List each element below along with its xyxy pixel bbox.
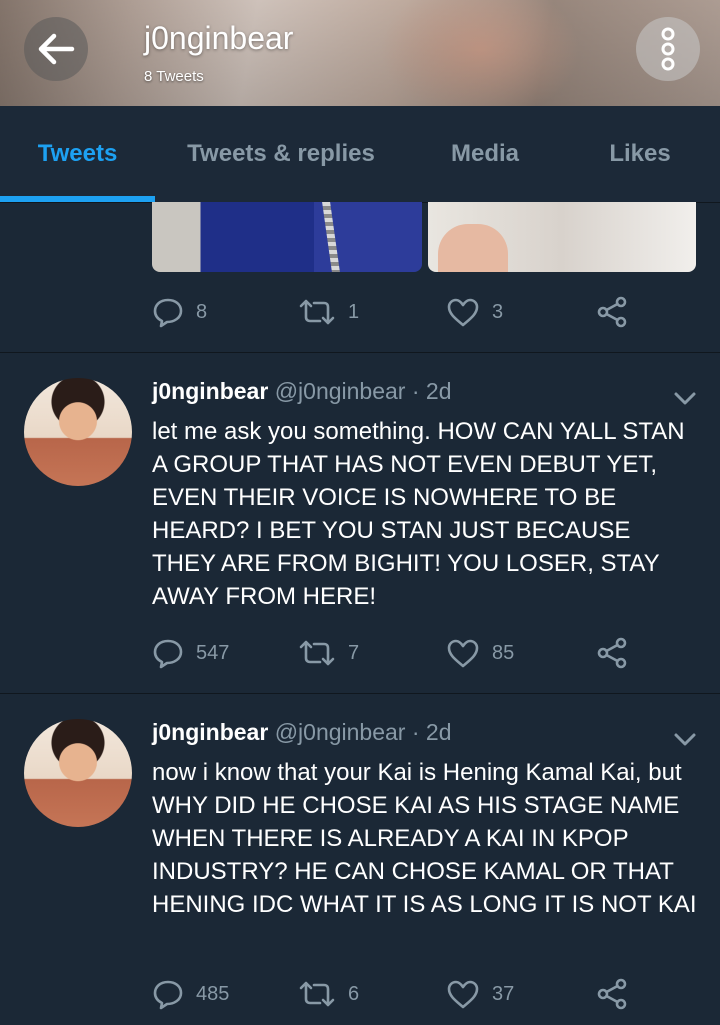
arrow-left-icon (36, 33, 76, 65)
avatar[interactable] (24, 719, 132, 827)
like-count: 3 (492, 300, 504, 323)
retweet-count: 7 (348, 641, 360, 664)
like-count: 37 (492, 982, 515, 1005)
reply-button[interactable]: 8 (152, 292, 207, 332)
tweet-header: j0nginbear @j0nginbear · 2d (152, 719, 452, 746)
share-button[interactable] (596, 292, 628, 332)
chevron-down-icon (672, 385, 698, 411)
tweet[interactable]: j0nginbear @j0nginbear · 2d let me ask y… (0, 353, 720, 693)
tweet-media-image[interactable] (152, 202, 422, 272)
reply-button[interactable]: 485 (152, 974, 229, 1014)
retweet-icon (298, 638, 336, 668)
share-button[interactable] (596, 633, 628, 673)
tweet-menu-button[interactable] (672, 385, 698, 411)
chevron-down-icon (672, 726, 698, 752)
like-count: 85 (492, 641, 515, 664)
like-button[interactable]: 37 (446, 974, 514, 1014)
reply-count: 485 (196, 982, 230, 1005)
tweet-text: now i know that your Kai is Hening Kamal… (152, 759, 697, 918)
heart-icon (446, 297, 480, 327)
share-icon (596, 296, 628, 328)
avatar[interactable] (24, 378, 132, 486)
tweet-author-name[interactable]: j0nginbear (152, 719, 268, 745)
tab-tweets[interactable]: Tweets (0, 106, 155, 202)
reply-icon (152, 637, 184, 669)
reply-icon (152, 296, 184, 328)
share-button[interactable] (596, 974, 628, 1014)
active-tab-indicator (0, 196, 155, 202)
tab-likes[interactable]: Likes (565, 106, 715, 202)
tweet-author-name[interactable]: j0nginbear (152, 378, 268, 404)
more-button[interactable] (636, 17, 700, 81)
tweet-header: j0nginbear @j0nginbear · 2d (152, 378, 452, 405)
retweet-count: 1 (348, 300, 360, 323)
tab-tweets-replies[interactable]: Tweets & replies (160, 106, 402, 202)
tweet-count: 8 Tweets (144, 68, 204, 85)
reply-count: 547 (196, 641, 230, 664)
share-icon (596, 637, 628, 669)
retweet-button[interactable]: 7 (298, 633, 359, 673)
heart-icon (446, 979, 480, 1009)
retweet-icon (298, 297, 336, 327)
reply-button[interactable]: 547 (152, 633, 229, 673)
reply-count: 8 (196, 300, 208, 323)
header-title: j0nginbear (144, 20, 294, 56)
tweet-author-handle: @j0nginbear · 2d (274, 378, 452, 404)
tweet-text: let me ask you something. HOW CAN YALL S… (152, 418, 685, 610)
back-button[interactable] (24, 17, 88, 81)
retweet-button[interactable]: 1 (298, 292, 359, 332)
tweet-media-image[interactable] (428, 202, 696, 272)
tweet-menu-button[interactable] (672, 726, 698, 752)
like-button[interactable]: 3 (446, 292, 503, 332)
tweet[interactable]: j0nginbear @j0nginbear · 2d now i know t… (0, 694, 720, 1025)
tweet-actions: 485 6 37 (152, 974, 652, 1014)
retweet-count: 6 (348, 982, 360, 1005)
share-icon (596, 978, 628, 1010)
tweet-actions: 8 1 3 (152, 292, 652, 332)
retweet-button[interactable]: 6 (298, 974, 359, 1014)
tweet-actions: 547 7 85 (152, 633, 652, 673)
profile-header: j0nginbear 8 Tweets (0, 0, 720, 106)
reply-icon (152, 978, 184, 1010)
like-button[interactable]: 85 (446, 633, 514, 673)
profile-tabs: Tweets Tweets & replies Media Likes (0, 106, 720, 203)
heart-icon (446, 638, 480, 668)
tweet-author-handle: @j0nginbear · 2d (274, 719, 452, 745)
tab-media[interactable]: Media (410, 106, 560, 202)
more-vertical-icon (658, 27, 678, 71)
retweet-icon (298, 979, 336, 1009)
